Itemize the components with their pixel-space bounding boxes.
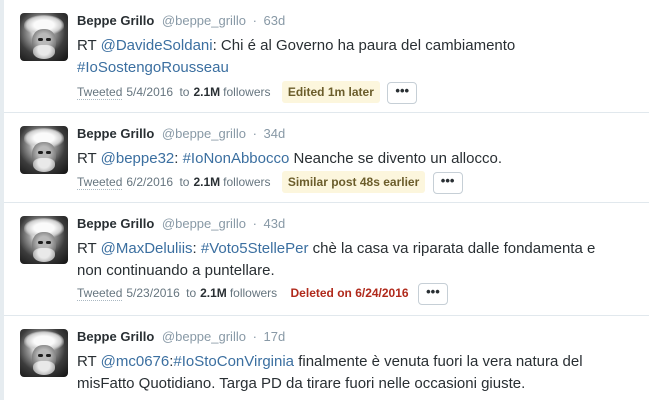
tweet-text: RT @beppe32: #IoNonAbbocco Neanche se di… <box>77 148 502 170</box>
tweet-item[interactable]: Beppe Grillo @beppe_grillo · 43d RT @Max… <box>4 203 649 316</box>
followers-count: 2.1M <box>193 85 221 99</box>
avatar[interactable] <box>20 126 68 174</box>
followers-label: followers <box>223 85 271 99</box>
tweet-text: RT @mc0676:#IoStoConVirginia finalmente … <box>77 351 583 395</box>
avatar[interactable] <box>20 216 68 264</box>
followers-label: followers <box>223 175 271 189</box>
tweet-item[interactable]: Beppe Grillo @beppe_grillo · 34d RT @bep… <box>4 113 649 203</box>
tweeted-label[interactable]: Tweeted <box>77 175 123 190</box>
rt-prefix: RT <box>77 353 101 370</box>
tweet-age[interactable]: 17d <box>264 329 286 344</box>
author-handle[interactable]: @beppe_grillo <box>162 126 246 141</box>
author-handle[interactable]: @beppe_grillo <box>162 329 246 344</box>
more-options-button[interactable]: ••• <box>387 81 418 104</box>
hashtag-link[interactable]: #IoNonAbbocco <box>183 150 290 167</box>
rt-prefix: RT <box>77 37 101 54</box>
author-handle[interactable]: @beppe_grillo <box>162 216 246 231</box>
tweet-body: finalmente è venuta fuori la vera natura… <box>294 353 583 370</box>
tweet-text: RT @DavideSoldani: Chi é al Governo ha p… <box>77 35 515 79</box>
followers-label: followers <box>229 286 278 300</box>
tweet-header: Beppe Grillo @beppe_grillo · 17d <box>77 329 285 344</box>
tweet-body-line2: misFatto Quotidiano. Targa PD da tirare … <box>77 375 526 392</box>
tweet-header: Beppe Grillo @beppe_grillo · 63d <box>77 13 285 28</box>
tweet-date: 6/2/2016 <box>126 175 174 189</box>
author-name[interactable]: Beppe Grillo <box>77 126 154 141</box>
hashtag-link[interactable]: #IoStoConVirginia <box>173 353 294 370</box>
hashtag-link[interactable]: #IoSostengoRousseau <box>77 59 229 76</box>
tweet-item[interactable]: Beppe Grillo @beppe_grillo · 17d RT @mc0… <box>4 316 649 400</box>
mention-link[interactable]: @MaxDeluliis <box>101 240 193 257</box>
avatar[interactable] <box>20 13 68 61</box>
separator-dot: · <box>252 13 257 28</box>
tweet-item[interactable]: Beppe Grillo @beppe_grillo · 63d RT @Dav… <box>4 0 649 113</box>
separator: : <box>192 240 201 257</box>
tweet-date: 5/4/2016 <box>126 85 174 99</box>
tweet-date: 5/23/2016 <box>126 286 180 300</box>
tweet-meta: Tweeted 5/23/2016 to 2.1M followers Deleted… <box>77 282 448 305</box>
status-badge[interactable]: Deleted on 6/24/2016 <box>289 282 411 304</box>
author-name[interactable]: Beppe Grillo <box>77 329 154 344</box>
hashtag-link[interactable]: #Voto5StellePer <box>201 240 309 257</box>
rt-prefix: RT <box>77 240 101 257</box>
followers-count: 2.1M <box>193 175 221 189</box>
tweet-header: Beppe Grillo @beppe_grillo · 34d <box>77 126 285 141</box>
tweet-body: Neanche se divento un allocco. <box>289 150 502 167</box>
tweet-age[interactable]: 63d <box>264 13 286 28</box>
tweet-age[interactable]: 43d <box>264 216 286 231</box>
tweeted-label[interactable]: Tweeted <box>77 286 123 301</box>
rt-prefix: RT <box>77 150 101 167</box>
to-label: to <box>186 286 197 300</box>
tweet-body: chè la casa va riparata dalle fondamenta… <box>308 240 596 257</box>
tweeted-label[interactable]: Tweeted <box>77 85 123 100</box>
mention-link[interactable]: @beppe32 <box>101 150 175 167</box>
status-badge[interactable]: Edited 1m later <box>281 81 380 103</box>
tweet-feed: Beppe Grillo @beppe_grillo · 63d RT @Dav… <box>4 0 649 400</box>
tweet-header: Beppe Grillo @beppe_grillo · 43d <box>77 216 285 231</box>
followers-count: 2.1M <box>200 286 227 300</box>
tweet-body-line2: non continuando a puntellare. <box>77 262 275 279</box>
tweet-meta: Tweeted 6/2/2016 to 2.1M followers Similar … <box>77 171 463 194</box>
status-badge[interactable]: Similar post 48s earlier <box>281 171 426 193</box>
tweet-age[interactable]: 34d <box>264 126 286 141</box>
author-name[interactable]: Beppe Grillo <box>77 216 154 231</box>
tweet-meta: Tweeted 5/4/2016 to 2.1M followers Edited 1… <box>77 81 418 104</box>
more-options-button[interactable]: ••• <box>417 282 448 305</box>
mention-link[interactable]: @DavideSoldani <box>101 37 213 54</box>
mention-link[interactable]: @mc0676 <box>101 353 170 370</box>
to-label: to <box>179 85 190 99</box>
tweet-body: : Chi é al Governo ha paura del cambiame… <box>212 37 516 54</box>
avatar[interactable] <box>20 329 68 377</box>
author-handle[interactable]: @beppe_grillo <box>162 13 246 28</box>
more-options-button[interactable]: ••• <box>432 171 463 194</box>
tweet-text: RT @MaxDeluliis: #Voto5StellePer chè la … <box>77 238 595 282</box>
separator: : <box>174 150 183 167</box>
to-label: to <box>179 175 190 189</box>
author-name[interactable]: Beppe Grillo <box>77 13 154 28</box>
separator-dot: · <box>252 126 257 141</box>
separator-dot: · <box>252 216 257 231</box>
separator-dot: · <box>252 329 257 344</box>
